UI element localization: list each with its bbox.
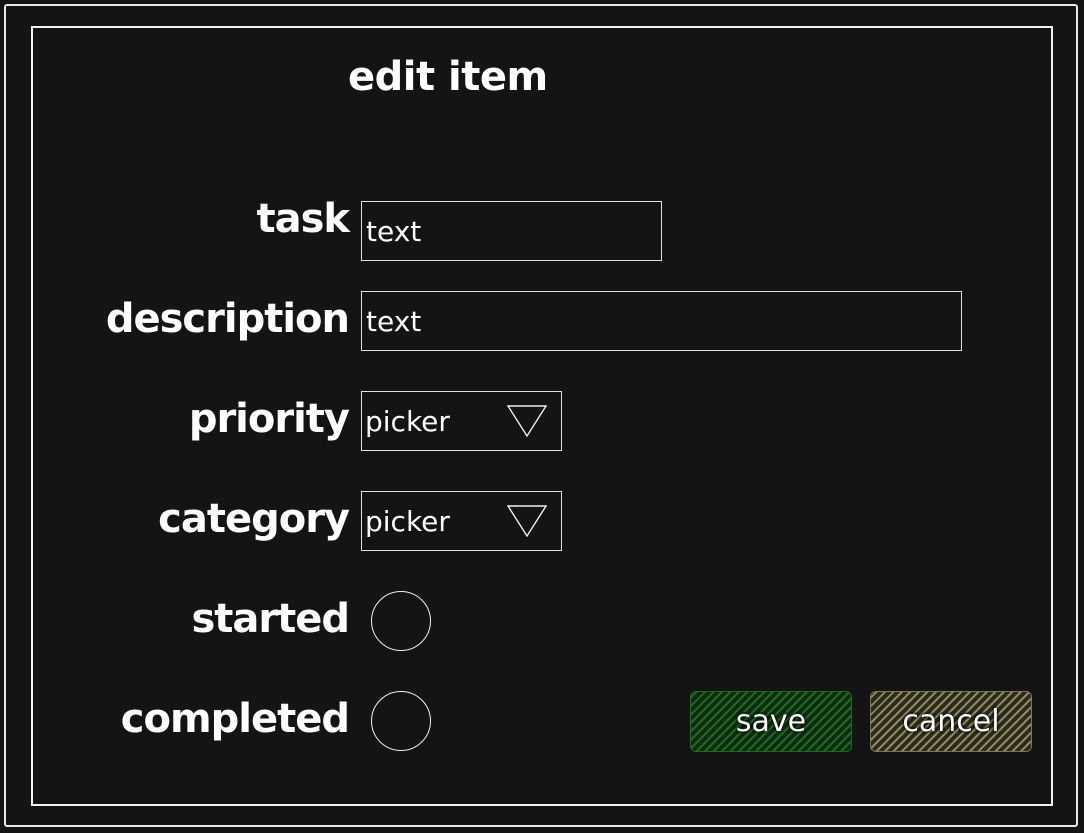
cancel-button[interactable]: cancel bbox=[870, 691, 1032, 752]
priority-label: priority bbox=[188, 396, 350, 442]
description-input-value: text bbox=[366, 304, 422, 338]
completed-radio[interactable] bbox=[371, 691, 431, 751]
cancel-button-label: cancel bbox=[902, 704, 1000, 739]
priority-picker-value: picker bbox=[365, 404, 450, 438]
task-label: task bbox=[256, 196, 350, 242]
task-input-value: text bbox=[366, 214, 422, 248]
priority-picker[interactable]: picker bbox=[361, 391, 562, 451]
completed-label: completed bbox=[120, 696, 350, 742]
description-label: description bbox=[105, 296, 350, 342]
save-button[interactable]: save bbox=[690, 691, 852, 752]
started-radio[interactable] bbox=[371, 591, 431, 651]
task-input[interactable]: text bbox=[361, 201, 662, 261]
dialog-title: edit item bbox=[348, 54, 548, 100]
category-label: category bbox=[158, 496, 350, 542]
category-picker[interactable]: picker bbox=[361, 491, 562, 551]
started-label: started bbox=[191, 596, 350, 642]
save-button-label: save bbox=[735, 704, 807, 739]
triangle-down-icon bbox=[505, 401, 549, 441]
description-input[interactable]: text bbox=[361, 291, 962, 351]
category-picker-value: picker bbox=[365, 504, 450, 538]
triangle-down-icon bbox=[505, 501, 549, 541]
